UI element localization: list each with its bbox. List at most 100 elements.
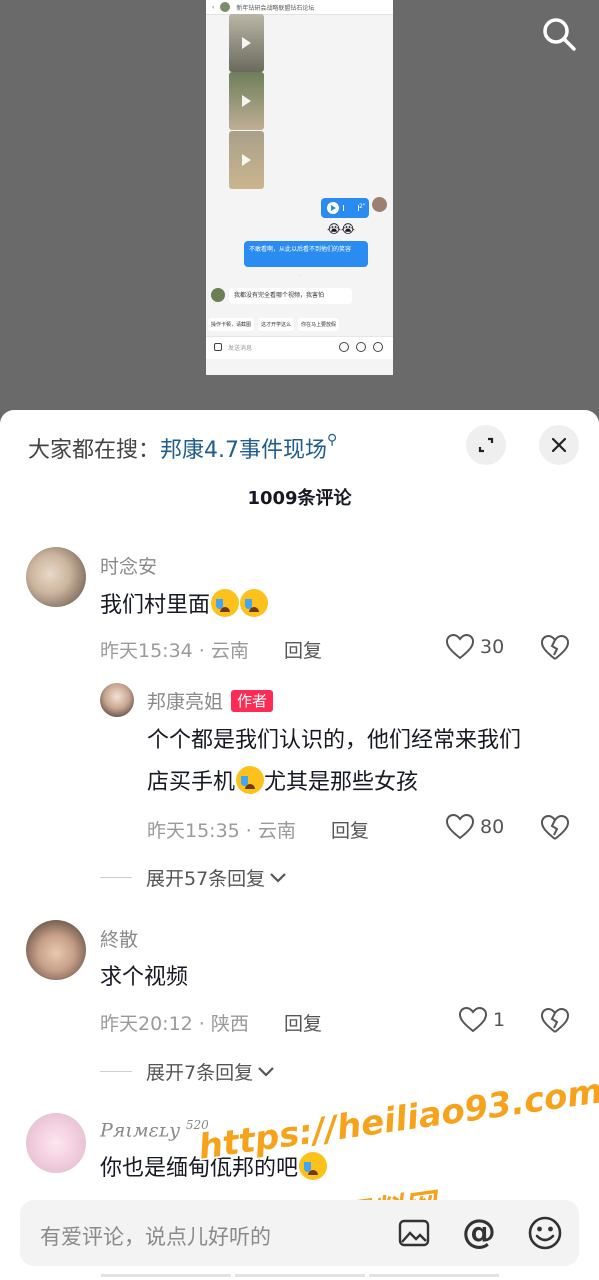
avatar[interactable] [26, 547, 86, 607]
comment-input-bar[interactable]: 有爱评论，说点儿好听的 @ [20, 1200, 579, 1266]
reply-button[interactable]: 回复 [284, 636, 322, 663]
comment-item: 时念安 我们村里面 昨天15:34 · 云南 回复 30 邦康亮姐 作者 个个都是… [0, 540, 599, 890]
comment-username[interactable]: 終散 [100, 925, 138, 952]
like-count: 30 [480, 636, 505, 658]
like-button[interactable]: 30 [446, 634, 504, 660]
chevron-down-icon [258, 1066, 274, 1077]
video-thumbnail [229, 14, 264, 72]
reply-text-line1: 个个都是我们认识的，他们经常来我们 [147, 728, 522, 753]
crying-emoji-icon [240, 589, 269, 617]
search-small-icon: ⚲ [327, 432, 338, 448]
like-count: 80 [480, 816, 505, 838]
expand-replies-label: 展开57条回复 [146, 868, 266, 890]
comment-text-body: 你也是缅甸佤邦的吧 [100, 1156, 299, 1181]
chat-title: 新年钻研会战略联盟钻石论坛 [236, 4, 315, 12]
dislike-button[interactable] [540, 634, 570, 665]
emoji-icon [528, 1216, 562, 1250]
divider [100, 1071, 132, 1072]
back-icon: ‹ [212, 3, 215, 11]
sent-message: 不敢看啊，从此以后看不到他们的笑容 [244, 241, 368, 267]
comment-text-body: 我们村里面 [100, 593, 211, 618]
author-badge: 作者 [231, 690, 274, 712]
comment-text: 我们村里面 [100, 585, 269, 627]
indicator-segment [100, 1274, 231, 1277]
search-icon[interactable] [539, 14, 579, 54]
comment-time-location: 昨天15:34 · 云南 [100, 640, 249, 662]
trending-search[interactable]: 大家都在搜：邦康4.7事件现场⚲ [28, 432, 337, 464]
close-button[interactable] [539, 425, 579, 465]
expand-button[interactable] [466, 425, 506, 465]
waveform-icon [343, 205, 359, 211]
video-thumbnail [229, 131, 264, 189]
voice-duration: 2" [359, 203, 366, 210]
video-player[interactable]: ‹ 新年钻研会战略联盟钻石论坛 2" 😭😭 不敢看啊，从此以后看不到他们的笑容 … [0, 0, 599, 430]
comment-text: 你也是缅甸佤邦的吧 [100, 1148, 328, 1190]
voice-message: 2" [321, 198, 369, 218]
image-icon [398, 1219, 430, 1247]
indicator-segment [234, 1274, 365, 1277]
apps-icon [214, 343, 222, 351]
video-thumbnail [229, 72, 264, 130]
reply-button[interactable]: 回复 [331, 816, 369, 843]
reply-text-part: 店买手机 [147, 770, 236, 795]
reply-button[interactable]: 回复 [284, 1009, 322, 1036]
bottom-indicator [0, 1274, 599, 1280]
quick-replies: 操作卡顿，请截图 这才开学这么 你在马上要放假 [208, 318, 391, 331]
dislike-button[interactable] [540, 814, 570, 845]
play-icon [242, 37, 251, 49]
sender-avatar [372, 197, 387, 212]
avatar[interactable] [26, 1113, 86, 1173]
emoji-message: 😭😭 [327, 222, 356, 236]
broken-heart-icon [540, 1007, 570, 1033]
expand-icon [478, 437, 494, 453]
dislike-button[interactable] [540, 1007, 570, 1038]
voice-play-icon [327, 202, 339, 214]
quick-reply: 操作卡顿，请截图 [208, 318, 255, 331]
chat-input-bar: 发送消息 [206, 336, 393, 359]
group-avatar [220, 2, 231, 12]
comment-text: 求个视频 [100, 965, 189, 990]
indicator-segment [368, 1274, 499, 1277]
quick-reply: 你在马上要放假 [298, 318, 340, 331]
chat-time: · [298, 273, 301, 279]
comment-username[interactable]: Pяιмεʟy 520 [100, 1118, 209, 1141]
expand-replies-button[interactable]: 展开57条回复 [100, 864, 287, 891]
plus-icon [373, 342, 383, 352]
comment-item: Pяιмεʟy 520 你也是缅甸佤邦的吧 [0, 1110, 599, 1210]
comment-username[interactable]: 时念安 [100, 552, 157, 579]
trending-label: 大家都在搜： [28, 438, 161, 463]
comment-input-placeholder[interactable]: 有爱评论，说点儿好听的 [40, 1221, 271, 1251]
avatar[interactable] [26, 920, 86, 980]
quick-reply: 这才开学这么 [258, 318, 295, 331]
reply-text-line2: 店买手机 尤其是那些女孩 [147, 762, 418, 804]
received-message: 我都没有完全看哪个视频，我害怕 [229, 288, 352, 304]
heart-icon [446, 814, 474, 840]
emoji-icon [356, 342, 366, 352]
broken-heart-icon [540, 814, 570, 840]
like-button[interactable]: 1 [459, 1007, 505, 1033]
play-icon [242, 154, 251, 166]
reply-username-text: 邦康亮姐 [147, 691, 224, 713]
comment-time-location: 昨天20:12 · 陕西 [100, 1013, 249, 1035]
comment-sheet-header: 大家都在搜：邦康4.7事件现场⚲ [0, 410, 599, 480]
broken-heart-icon [540, 634, 570, 660]
close-icon [551, 437, 567, 453]
receiver-avatar [211, 288, 225, 302]
reply-username[interactable]: 邦康亮姐 作者 [147, 687, 274, 714]
crying-emoji-icon [211, 589, 240, 617]
comment-count: 1009条评论 [247, 488, 352, 509]
trending-keyword[interactable]: 邦康4.7事件现场 [160, 438, 327, 463]
chat-topbar: ‹ 新年钻研会战略联盟钻石论坛 [206, 0, 393, 15]
mention-icon[interactable]: @ [462, 1212, 496, 1252]
expand-replies-button[interactable]: 展开7条回复 [100, 1058, 275, 1085]
crying-emoji-icon [236, 766, 265, 794]
comment-username-text: Pяιмεʟy [100, 1119, 180, 1142]
username-suffix: 520 [185, 1118, 209, 1132]
comment-item: 終散 求个视频 昨天20:12 · 陕西 回复 1 展开7条回复 [0, 915, 599, 1095]
like-count: 1 [493, 1009, 506, 1031]
comment-sheet: 大家都在搜：邦康4.7事件现场⚲ 1009条评论 时念安 我们村里面 昨天15:… [0, 410, 599, 1280]
play-icon [242, 95, 251, 107]
avatar[interactable] [100, 683, 134, 717]
chevron-down-icon [270, 872, 286, 883]
like-button[interactable]: 80 [446, 814, 504, 840]
